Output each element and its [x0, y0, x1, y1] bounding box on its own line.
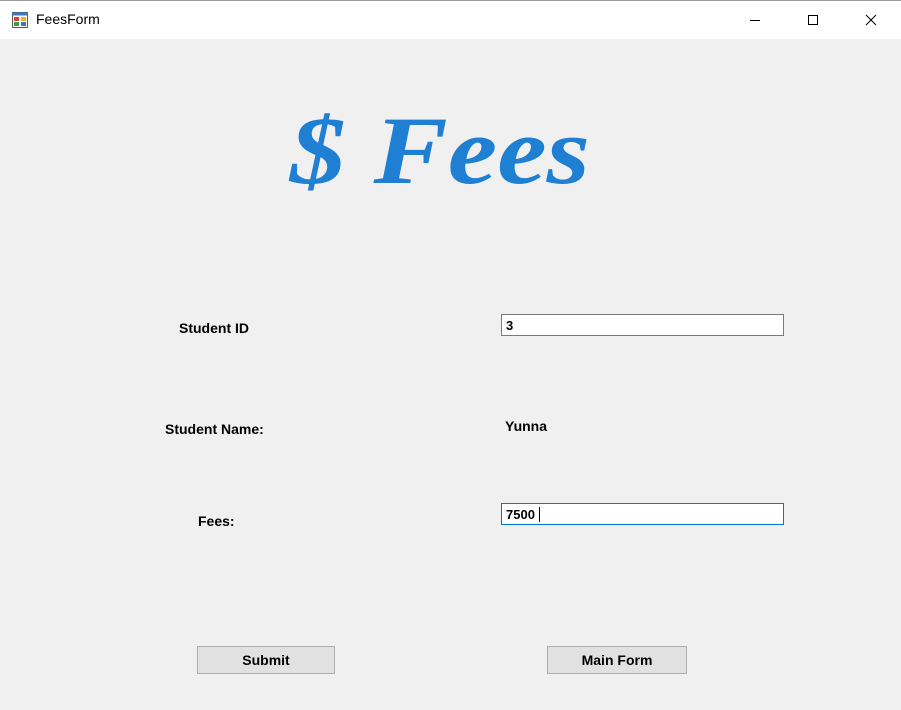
minimize-button[interactable]: [726, 1, 784, 39]
fees-input[interactable]: [501, 503, 784, 525]
fees-label: Fees:: [198, 513, 235, 529]
close-button[interactable]: [842, 1, 900, 39]
close-icon: [865, 14, 877, 26]
fees-form-window: FeesForm $ Fees Student ID Student Name:…: [0, 0, 901, 710]
submit-button[interactable]: Submit: [197, 646, 335, 674]
app-icon: [12, 12, 28, 28]
maximize-icon: [808, 15, 818, 25]
maximize-button[interactable]: [784, 1, 842, 39]
student-name-label: Student Name:: [165, 421, 264, 437]
student-id-label: Student ID: [179, 320, 249, 336]
text-caret: [539, 507, 540, 522]
window-title: FeesForm: [36, 11, 100, 27]
title-bar[interactable]: FeesForm: [0, 1, 901, 39]
fees-heading: $ Fees: [288, 97, 590, 204]
student-name-value: Yunna: [505, 418, 548, 434]
main-form-button[interactable]: Main Form: [547, 646, 687, 674]
student-id-input[interactable]: [501, 314, 784, 336]
svg-text:$ Fees: $ Fees: [288, 97, 590, 204]
minimize-icon: [750, 20, 760, 21]
